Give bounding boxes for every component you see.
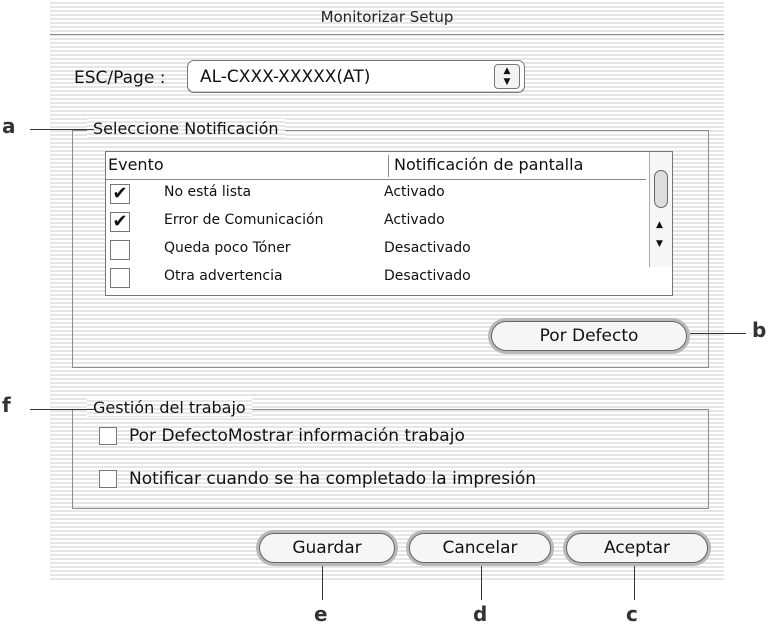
callout-c-line [634, 566, 635, 600]
notify-complete-label[interactable]: Notificar cuando se ha completado la imp… [129, 469, 536, 489]
row-event: Queda poco Tóner [164, 240, 291, 256]
callout-d: d [473, 602, 488, 626]
window-title: Monitorizar Setup [320, 8, 454, 26]
callout-d-line [481, 566, 482, 600]
column-header-notification[interactable]: Notificación de pantalla [394, 155, 583, 174]
callout-e-line [322, 566, 323, 600]
row-event: Otra advertencia [164, 268, 283, 284]
callout-f: f [2, 393, 11, 417]
row-checkbox[interactable] [110, 268, 130, 288]
callout-b: b [752, 318, 767, 342]
table-scrollbar[interactable]: ▲ ▼ [649, 152, 672, 267]
save-button[interactable]: Guardar [259, 533, 395, 563]
job-group-label: Gestión del trabajo [87, 398, 252, 417]
scroll-up-icon[interactable]: ▲ [656, 220, 663, 230]
table-row[interactable]: Queda poco Tóner Desactivado [106, 236, 646, 264]
notification-table: Evento Notificación de pantalla ✔ No est… [105, 151, 673, 296]
scrollbar-thumb[interactable] [654, 170, 668, 208]
row-checkbox[interactable]: ✔ [110, 212, 130, 232]
row-status: Activado [384, 184, 445, 200]
job-management-group: Gestión del trabajo Por DefectoMostrar i… [72, 398, 709, 509]
callout-e: e [314, 602, 328, 626]
notify-complete-checkbox[interactable] [99, 470, 117, 488]
printer-selected-value: AL-CXXX-XXXXX(AT) [200, 67, 371, 87]
cancel-button[interactable]: Cancelar [409, 533, 551, 563]
notification-group-label: Seleccione Notificación [87, 119, 285, 138]
row-status: Desactivado [384, 268, 471, 284]
callout-c: c [626, 602, 638, 626]
show-job-info-label[interactable]: Por DefectoMostrar información trabajo [129, 426, 465, 446]
popup-arrows-icon: ▲ ▼ [494, 64, 520, 89]
printer-label: ESC/Page : [74, 68, 166, 88]
row-status: Desactivado [384, 240, 471, 256]
scroll-down-icon[interactable]: ▼ [656, 239, 663, 249]
row-status: Activado [384, 212, 445, 228]
notification-group: Seleccione Notificación Evento Notificac… [72, 119, 709, 368]
table-header: Evento Notificación de pantalla [106, 152, 646, 180]
printer-select[interactable]: AL-CXXX-XXXXX(AT) ▲ ▼ [187, 60, 525, 93]
callout-a: a [2, 114, 16, 138]
show-job-info-checkbox[interactable] [99, 427, 117, 445]
row-event: No está lista [164, 184, 252, 200]
callout-a-line [30, 129, 94, 130]
dialog-window: Monitorizar Setup ESC/Page : AL-CXXX-XXX… [50, 0, 724, 580]
default-button[interactable]: Por Defecto [491, 321, 687, 351]
callout-f-line [30, 409, 94, 410]
row-checkbox[interactable] [110, 240, 130, 260]
column-header-event[interactable]: Evento [108, 155, 389, 177]
table-row[interactable]: ✔ No está lista Activado [106, 180, 646, 208]
row-checkbox[interactable]: ✔ [110, 184, 130, 204]
accept-button[interactable]: Aceptar [566, 533, 708, 563]
callout-b-line [690, 333, 746, 334]
table-row[interactable]: Otra advertencia Desactivado [106, 264, 646, 292]
table-row[interactable]: ✔ Error de Comunicación Activado [106, 208, 646, 236]
row-event: Error de Comunicación [164, 212, 324, 228]
title-bar: Monitorizar Setup [50, 0, 724, 35]
